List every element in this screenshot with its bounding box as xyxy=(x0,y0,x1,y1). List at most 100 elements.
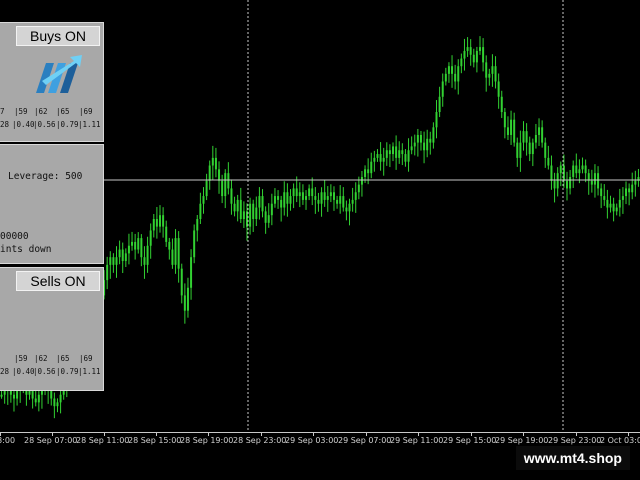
candle-body xyxy=(603,196,606,200)
candle-body xyxy=(199,203,202,219)
candle-body xyxy=(221,180,224,197)
candle-body xyxy=(367,169,370,174)
candle-body xyxy=(578,169,581,174)
level-cell: |0.56 xyxy=(33,120,56,129)
candle-body xyxy=(146,245,149,265)
time-label: 29 Sep 03:00 xyxy=(285,436,339,445)
candle-body xyxy=(618,199,621,208)
candle-body xyxy=(323,192,326,200)
candle-body xyxy=(379,154,382,162)
candle-body xyxy=(447,66,450,74)
time-label: 29 Sep 23:00 xyxy=(548,436,602,445)
candle-body xyxy=(3,390,6,395)
candle-body xyxy=(289,196,292,204)
candle-body xyxy=(385,150,388,158)
candle-body xyxy=(50,390,53,399)
candle-body xyxy=(360,176,363,185)
candle-body xyxy=(407,150,410,162)
candle-body xyxy=(423,142,426,151)
candle-body xyxy=(180,268,183,296)
candle-body xyxy=(214,157,217,170)
candle-body xyxy=(506,127,509,135)
level-cell: |0.79 xyxy=(56,120,79,129)
candle-body xyxy=(326,196,329,200)
candle-body xyxy=(131,241,134,246)
candle-body xyxy=(174,238,177,265)
candle-body xyxy=(109,257,112,265)
candle-body xyxy=(273,196,276,204)
candle-body xyxy=(547,157,550,166)
candle-body xyxy=(286,192,289,204)
candle-body xyxy=(410,146,413,151)
candle-body xyxy=(183,295,186,311)
candle-body xyxy=(373,157,376,162)
candle-body xyxy=(525,131,528,143)
candle-body xyxy=(416,134,419,143)
candle-body xyxy=(569,176,572,189)
level-cell: |62 xyxy=(34,354,48,363)
candle-body xyxy=(252,203,255,219)
candle-body xyxy=(454,73,457,82)
candle-body xyxy=(208,165,211,181)
level-cell: |59 xyxy=(14,107,28,116)
level-cell: |1.11 xyxy=(78,367,101,376)
candle-body xyxy=(388,150,391,155)
candle-body xyxy=(267,215,270,223)
candle-body xyxy=(242,211,245,219)
candle-body xyxy=(186,287,189,311)
candle-body xyxy=(432,127,435,143)
buys-toggle-button[interactable]: Buys ON xyxy=(16,26,100,46)
candle-body xyxy=(336,199,339,204)
candle-body xyxy=(513,119,516,143)
sell-panel: Sells ON |59 |62 |65 |69 28 |0.40 |0.56 … xyxy=(0,267,104,391)
candle-body xyxy=(264,211,267,223)
candle-body xyxy=(460,58,463,67)
candle-body xyxy=(609,203,612,208)
candle-body xyxy=(224,173,227,197)
level-cell: |1.11 xyxy=(78,120,101,129)
candle-body xyxy=(205,180,208,197)
candle-body xyxy=(404,154,407,162)
level-cell: |0.40 xyxy=(12,367,35,376)
candle-body xyxy=(28,390,31,395)
candle-body xyxy=(590,180,593,185)
logo-icon xyxy=(36,55,82,93)
candle-body xyxy=(634,180,637,185)
candle-body xyxy=(528,142,531,155)
candle-body xyxy=(345,207,348,212)
candle-body xyxy=(295,188,298,197)
candle-body xyxy=(59,394,62,403)
candle-body xyxy=(469,47,472,55)
candle-body xyxy=(34,398,37,403)
candle-body xyxy=(494,66,497,82)
candle-body xyxy=(137,238,140,250)
candle-body xyxy=(202,196,205,204)
candle-body xyxy=(143,257,146,265)
candle-body xyxy=(332,192,335,200)
watermark-label: www.mt4.shop xyxy=(515,446,630,470)
candle-body xyxy=(584,165,587,174)
candle-body xyxy=(298,192,301,197)
time-label: 2 Oct 03:00 xyxy=(600,436,640,445)
sells-toggle-button[interactable]: Sells ON xyxy=(16,271,100,291)
candle-body xyxy=(575,165,578,174)
level-cell: |0.79 xyxy=(56,367,79,376)
candle-body xyxy=(233,203,236,212)
time-label: 29 Sep 19:00 xyxy=(495,436,549,445)
candle-body xyxy=(320,192,323,204)
candle-body xyxy=(124,253,127,262)
level-cell: |0.56 xyxy=(33,367,56,376)
candle-body xyxy=(193,230,196,258)
leverage-label: Leverage: 500 xyxy=(8,171,83,182)
candle-body xyxy=(190,257,193,288)
candle-body xyxy=(534,134,537,143)
candle-body xyxy=(572,165,575,177)
candle-body xyxy=(155,219,158,227)
candle-body xyxy=(140,238,143,258)
candle-body xyxy=(581,165,584,170)
candle-body xyxy=(134,241,137,250)
candle-body xyxy=(491,66,494,74)
candle-body xyxy=(621,196,624,200)
level-cell: |62 xyxy=(34,107,48,116)
candle-body xyxy=(475,50,478,63)
